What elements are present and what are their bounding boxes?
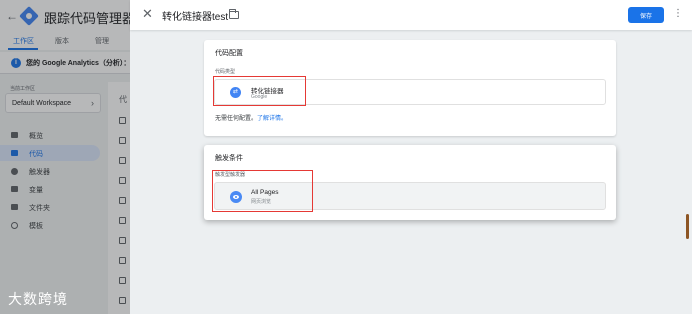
close-icon[interactable]: ✕ bbox=[142, 7, 153, 21]
firing-triggers-label: 触发型触发器 bbox=[215, 172, 246, 178]
section-title: 触发条件 bbox=[215, 155, 243, 162]
tag-type-selector[interactable]: ⇄ 转化链接器 Google bbox=[214, 79, 606, 105]
learn-more-link[interactable]: 了解详情。 bbox=[257, 116, 287, 122]
section-title: 代码配置 bbox=[215, 50, 243, 57]
trigger-type: 网页浏览 bbox=[251, 199, 272, 205]
tag-type-label: 代码类型 bbox=[215, 69, 236, 75]
tag-configuration-card[interactable]: 代码配置 代码类型 ⇄ 转化链接器 Google 无需任何配置。了解详情。 bbox=[204, 40, 616, 136]
tag-type-vendor: Google bbox=[251, 94, 268, 100]
no-config-text: 无需任何配置。 bbox=[215, 116, 258, 122]
panel-header: ✕ 转化链接器test 保存 ⋮ bbox=[130, 0, 692, 30]
trigger-name: All Pages bbox=[251, 189, 279, 196]
more-vert-icon[interactable]: ⋮ bbox=[673, 8, 683, 19]
no-config-note: 无需任何配置。了解详情。 bbox=[215, 113, 287, 122]
folder-icon[interactable] bbox=[229, 9, 239, 19]
tag-name[interactable]: 转化链接器test bbox=[162, 8, 228, 23]
eye-icon bbox=[230, 191, 242, 203]
scroll-handle[interactable] bbox=[686, 214, 689, 239]
save-button[interactable]: 保存 bbox=[628, 7, 664, 23]
trigger-row[interactable]: All Pages 网页浏览 bbox=[214, 182, 606, 210]
link-icon: ⇄ bbox=[230, 87, 241, 98]
tag-editor-panel: ✕ 转化链接器test 保存 ⋮ 代码配置 代码类型 ⇄ 转化链接器 Googl… bbox=[130, 0, 692, 314]
triggering-card[interactable]: 触发条件 触发型触发器 All Pages 网页浏览 bbox=[204, 145, 616, 220]
watermark: 大数跨境 bbox=[8, 291, 68, 307]
